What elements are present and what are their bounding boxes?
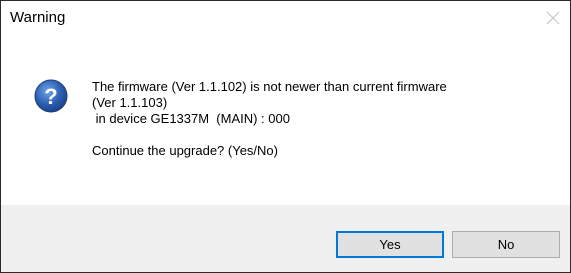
window-title: Warning [10,9,66,26]
question-icon: ? [34,79,68,113]
warning-dialog: Warning ? The firmware (Ver 1.1.102) is … [0,0,571,273]
message-gap [92,127,562,143]
close-icon[interactable] [542,7,564,29]
message-line-2: (Ver 1.1.103) [92,95,168,110]
yes-button[interactable]: Yes [336,231,444,258]
message-line-3: in device GE1337M (MAIN) : 000 [92,111,290,126]
svg-text:?: ? [44,84,57,109]
dialog-body: ? The firmware (Ver 1.1.102) is not newe… [1,35,570,205]
title-bar: Warning [1,1,570,35]
button-footer: Yes No [1,205,570,272]
message-text: The firmware (Ver 1.1.102) is not newer … [92,79,562,159]
message-line-1: The firmware (Ver 1.1.102) is not newer … [92,79,447,94]
no-button[interactable]: No [452,231,560,258]
message-line-4: Continue the upgrade? (Yes/No) [92,143,278,158]
